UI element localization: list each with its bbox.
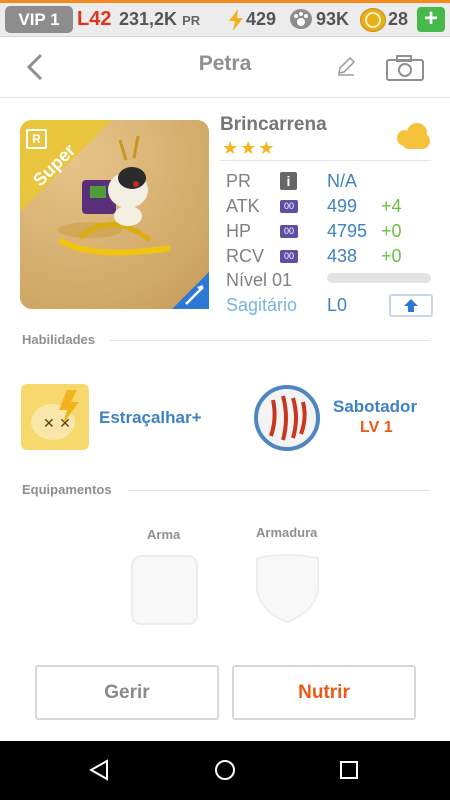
pr-counter: 231,2K PR <box>119 6 200 33</box>
skills-heading: Habilidades <box>22 332 95 347</box>
plus-icon[interactable]: + <box>417 7 445 32</box>
star-rating: ★★★ <box>222 138 277 158</box>
stat-bonus-rcv: +0 <box>381 246 402 266</box>
nav-recents-icon[interactable] <box>339 760 359 780</box>
coin-count: 28 <box>388 9 409 29</box>
divider <box>220 160 431 161</box>
rarity-badge: R <box>26 129 47 149</box>
upgrade-button[interactable] <box>389 294 433 317</box>
stat-value-atk: 499 <box>327 196 358 216</box>
arrow-up-icon <box>404 299 418 312</box>
stat-label-hp: HP <box>226 221 252 241</box>
stat-label-atk: ATK <box>226 196 260 216</box>
pr-unit: PR <box>182 13 201 28</box>
stat-value-hp: 4795 <box>327 221 368 241</box>
paw-icon <box>290 9 312 29</box>
coin-icon <box>360 8 386 32</box>
claw-icon[interactable] <box>253 384 321 452</box>
stat-badge-icon: 00 <box>280 200 298 213</box>
energy-count: 429 <box>246 9 277 29</box>
skill-smash-name[interactable]: Estraçalhar+ <box>99 408 202 428</box>
stat-value-rcv: 438 <box>327 246 358 266</box>
nav-back-icon[interactable] <box>88 759 110 781</box>
pencil-icon[interactable] <box>336 56 356 76</box>
paw-points: 93K <box>316 9 350 29</box>
cloud-icon <box>397 123 430 149</box>
armor-label: Armadura <box>256 525 318 540</box>
zodiac-level: L0 <box>327 295 348 315</box>
player-level: L42 <box>77 8 112 30</box>
weapon-label: Arma <box>147 527 181 542</box>
skill-saboteur-name[interactable]: Sabotador <box>333 397 417 417</box>
stat-label-rcv: RCV <box>226 246 265 266</box>
stat-bonus-hp: +0 <box>381 221 402 241</box>
nav-home-icon[interactable] <box>213 758 237 782</box>
stat-value-pr: N/A <box>327 171 358 191</box>
manage-button[interactable]: Gerir <box>35 665 219 720</box>
skill-saboteur-level: LV 1 <box>360 419 393 436</box>
feed-button[interactable]: Nutrir <box>232 665 416 720</box>
archer-icon <box>172 272 209 309</box>
pet-name: Brincarrena <box>220 114 327 135</box>
stat-badge-icon: 00 <box>280 250 298 263</box>
xp-bar <box>327 273 431 283</box>
stat-badge-icon: 00 <box>280 225 298 238</box>
vip-badge[interactable]: VIP 1 <box>5 6 73 33</box>
weapon-slot[interactable] <box>131 555 198 625</box>
armor-slot[interactable] <box>254 554 321 624</box>
info-icon[interactable]: i <box>280 172 297 190</box>
zodiac-sign[interactable]: Sagitário <box>226 295 297 316</box>
smash-skill-icon[interactable]: ✕ ✕ <box>21 384 89 450</box>
accent-line <box>0 0 450 3</box>
page-title: Petra <box>198 52 252 75</box>
camera-icon[interactable] <box>386 55 424 81</box>
system-nav-bar <box>0 741 450 800</box>
pr-value: 231,2K <box>119 9 178 29</box>
bolt-icon <box>229 9 243 31</box>
equipment-heading: Equipamentos <box>22 482 112 497</box>
level-label: Nível 01 <box>226 270 293 290</box>
stat-label-pr: PR <box>226 171 252 191</box>
divider <box>128 490 430 491</box>
stat-bonus-atk: +4 <box>381 196 402 216</box>
divider <box>110 340 430 341</box>
